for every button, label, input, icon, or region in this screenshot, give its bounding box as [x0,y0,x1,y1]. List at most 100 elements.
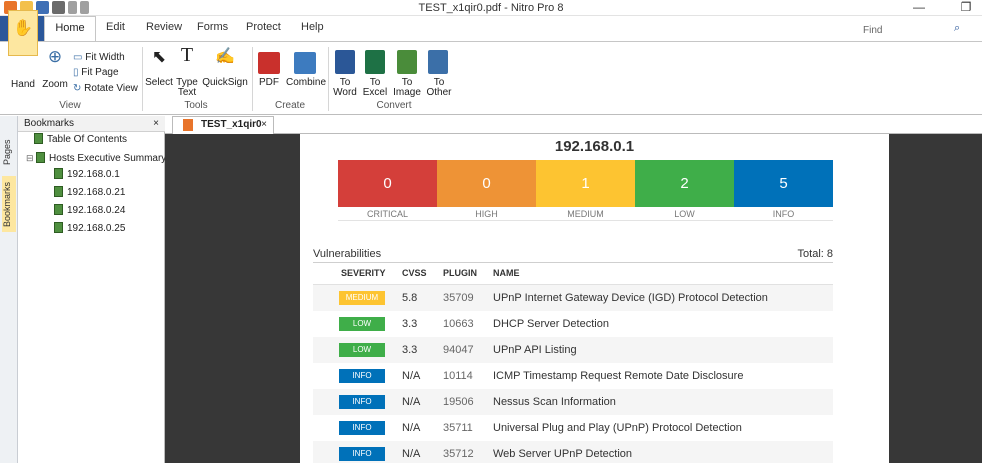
table-row: MEDIUM 5.8 35709 UPnP Internet Gateway D… [313,285,833,311]
find-input[interactable]: Find [848,22,946,40]
severity-badge: INFO [339,421,385,435]
severity-divider [338,220,833,221]
plugin-cell: 10114 [443,370,473,382]
close-panel-icon[interactable]: × [153,116,159,131]
cvss-cell: N/A [402,370,421,382]
tab-protect[interactable]: Protect [238,15,289,40]
to-excel-label[interactable]: To Excel [362,78,388,98]
type-text-icon[interactable]: T [174,45,200,65]
to-image-icon[interactable] [397,50,417,74]
column-header-name: NAME [493,268,520,278]
high-label: HIGH [475,209,498,219]
document-tab-bar [165,116,982,134]
high-count-box: 0 [437,160,536,207]
vulnerability-name: ICMP Timestamp Request Remote Date Discl… [493,370,744,382]
panel-title: Bookmarks [24,118,75,129]
create-pdf-label[interactable]: PDF [256,78,282,88]
restore-button[interactable]: ❐ [953,0,979,16]
create-pdf-icon[interactable] [258,52,280,74]
vulnerability-name: UPnP Internet Gateway Device (IGD) Proto… [493,292,768,304]
vulnerability-name: Web Server UPnP Detection [493,448,632,460]
to-word-label[interactable]: To Word [333,78,357,98]
table-row: LOW 3.3 10663 DHCP Server Detection [313,311,833,337]
to-image-label[interactable]: To Image [393,78,421,98]
bookmark-item[interactable]: ⊟ Hosts Executive Summary [26,151,166,166]
bookmark-item[interactable]: 192.168.0.25 [54,222,125,236]
to-excel-icon[interactable] [365,50,385,74]
severity-badge: INFO [339,395,385,409]
cvss-cell: N/A [402,448,421,460]
to-word-icon[interactable] [335,50,355,74]
pdf-file-icon [183,119,193,131]
plugin-cell: 35712 [443,448,474,460]
critical-label: CRITICAL [366,209,408,219]
tab-forms[interactable]: Forms [189,15,236,40]
vulnerabilities-total: Total: 8 [797,248,833,260]
plugin-cell: 10663 [443,318,474,330]
to-other-label[interactable]: To Other [424,78,454,98]
ribbon-separator [142,47,143,111]
plugin-cell: 94047 [443,344,474,356]
cvss-cell: N/A [402,422,421,434]
select-label[interactable]: Select [145,78,173,88]
bookmark-icon [54,168,63,179]
tab-home[interactable]: Home [44,16,96,41]
zoom-label[interactable]: Zoom [42,80,68,90]
bookmark-icon [54,222,63,233]
create-group-label: Create [274,100,305,111]
vulnerability-name: Universal Plug and Play (UPnP) Protocol … [493,422,742,434]
tab-review[interactable]: Review [138,15,190,40]
tab-pages[interactable]: Pages [2,134,16,170]
title-bar: TEST_x1qir0.pdf - Nitro Pro 8 — ❐ [0,0,982,16]
vulnerability-name: UPnP API Listing [493,344,577,356]
bookmark-item[interactable]: 192.168.0.1 [54,168,120,182]
info-count-box: 5 [734,160,833,207]
tab-help[interactable]: Help [293,15,332,40]
column-header-cvss: CVSS [402,268,427,278]
severity-badge: INFO [339,369,385,383]
severity-badge: LOW [339,317,385,331]
column-header-severity: SEVERITY [341,268,386,278]
table-row: INFO N/A 35711 Universal Plug and Play (… [313,415,833,441]
panel-header: Bookmarks × [18,116,165,132]
combine-icon[interactable] [294,52,316,74]
cvss-cell: N/A [402,396,421,408]
bookmark-item[interactable]: 192.168.0.24 [54,204,125,218]
combine-label[interactable]: Combine [286,78,326,88]
type-text-label[interactable]: Type Text [174,78,200,98]
bookmark-icon [36,152,46,163]
quicksign-icon[interactable]: ✍ [204,49,246,65]
document-tab[interactable]: TEST_x1qir0 × [172,116,274,134]
tab-bookmarks[interactable]: Bookmarks [2,176,16,232]
plugin-cell: 35709 [443,292,474,304]
cvss-cell: 3.3 [402,344,418,356]
tab-edit[interactable]: Edit [98,15,133,40]
severity-badge: INFO [339,447,385,461]
ribbon-separator [252,47,253,111]
search-icon[interactable]: ⌕ [954,22,960,35]
vulnerabilities-heading: Vulnerabilities [313,248,382,260]
rotate-view-button[interactable]: ↻ Rotate View [73,84,145,94]
bookmark-item[interactable]: 192.168.0.21 [54,186,125,200]
fit-page-button[interactable]: ▯ Fit Page [73,68,145,78]
table-row: INFO N/A 19506 Nessus Scan Information [313,389,833,415]
bookmark-icon [34,133,43,144]
select-icon[interactable]: ⬉ [148,48,170,65]
zoom-icon[interactable]: ⊕ [42,48,68,65]
table-row: INFO N/A 10114 ICMP Timestamp Request Re… [313,363,833,389]
to-other-icon[interactable] [428,50,448,74]
fit-width-button[interactable]: ▭ Fit Width [73,53,145,63]
vulnerability-name: DHCP Server Detection [493,318,609,330]
close-tab-icon[interactable]: × [261,117,267,133]
quicksign-label[interactable]: QuickSign [202,78,248,88]
info-label: INFO [772,209,795,219]
bookmark-item[interactable]: Table Of Contents [34,133,127,147]
hand-label: Hand [11,79,35,90]
table-row: INFO N/A 35712 Web Server UPnP Detection [313,441,833,463]
bookmark-icon [54,204,63,215]
fit-page-label: Fit Page [81,67,119,78]
minimize-button[interactable]: — [906,0,932,16]
critical-count-box: 0 [338,160,437,207]
window-title: TEST_x1qir0.pdf - Nitro Pro 8 [418,2,564,14]
fit-width-label: Fit Width [85,52,125,63]
